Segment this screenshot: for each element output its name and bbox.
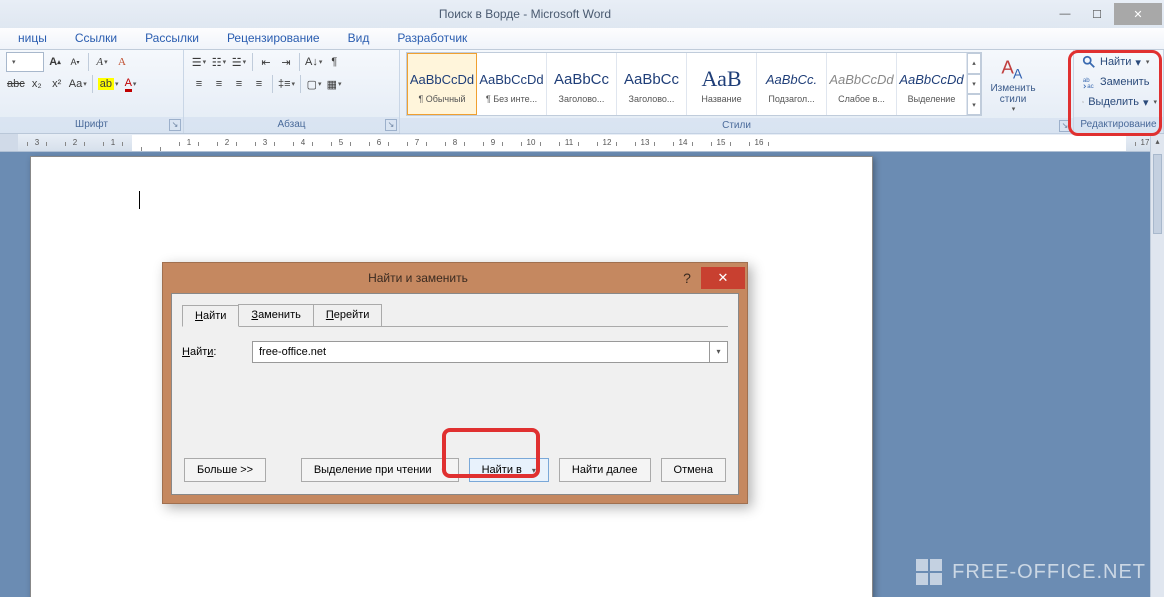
svg-text:ac: ac — [1087, 83, 1093, 89]
style-title[interactable]: АаВНазвание — [687, 53, 757, 115]
window-title: Поиск в Ворде - Microsoft Word — [0, 7, 1050, 21]
find-in-button[interactable]: Найти в — [469, 458, 549, 482]
dialog-close-button[interactable]: ✕ — [701, 267, 745, 289]
replace-button[interactable]: abac Заменить — [1080, 72, 1157, 92]
highlight-button[interactable]: ab — [97, 74, 120, 94]
scroll-up-arrow[interactable]: ▴ — [1151, 134, 1164, 150]
tab-references[interactable]: Ссылки — [61, 28, 131, 49]
ribbon-tabs: ницы Ссылки Рассылки Рецензирование Вид … — [0, 28, 1164, 50]
tab-developer[interactable]: Разработчик — [383, 28, 481, 49]
svg-text:A: A — [1013, 65, 1023, 81]
minimize-button[interactable]: — — [1050, 3, 1080, 25]
superscript-button[interactable]: x² — [48, 74, 66, 94]
align-justify-button[interactable]: ≡ — [250, 74, 268, 94]
bullets-button[interactable]: ☰ — [190, 52, 208, 72]
borders-button[interactable]: ▦ — [325, 74, 343, 94]
ribbon: A▴ A▾ A A abc x₂ x² Aa ab A Шрифт↘ ☰ ☷ — [0, 50, 1164, 134]
paragraph-launcher[interactable]: ↘ — [385, 119, 397, 131]
align-right-button[interactable]: ≡ — [230, 74, 248, 94]
select-icon — [1082, 95, 1084, 109]
style-normal[interactable]: AaBbCcDd¶ Обычный — [407, 53, 477, 115]
tab-pages[interactable]: ницы — [4, 28, 61, 49]
group-styles: AaBbCcDd¶ Обычный AaBbCcDd¶ Без инте... … — [400, 50, 1074, 133]
cancel-button[interactable]: Отмена — [661, 458, 726, 482]
dialog-titlebar[interactable]: Найти и заменить ? ✕ — [163, 263, 747, 293]
find-input-wrap: ▾ — [252, 341, 728, 363]
align-center-button[interactable]: ≡ — [210, 74, 228, 94]
tab-find[interactable]: Найти — [182, 305, 239, 327]
change-case-button[interactable]: Aa — [68, 74, 88, 94]
text-cursor — [139, 191, 140, 209]
find-replace-dialog: Найти и заменить ? ✕ Найти Заменить Пере… — [162, 262, 748, 504]
change-styles-button[interactable]: AA Изменить стили — [988, 55, 1038, 113]
group-font: A▴ A▾ A A abc x₂ x² Aa ab A Шрифт↘ — [0, 50, 184, 133]
find-label: Найти: — [182, 346, 232, 358]
style-heading2[interactable]: AaBbCcЗаголово... — [617, 53, 687, 115]
style-subtitle[interactable]: AaBbCc.Подзагол... — [757, 53, 827, 115]
grow-font-button[interactable]: A▴ — [46, 52, 64, 72]
indent-inc-button[interactable]: ⇥ — [277, 52, 295, 72]
shrink-font-button[interactable]: A▾ — [66, 52, 84, 72]
tab-mailings[interactable]: Рассылки — [131, 28, 213, 49]
multilevel-button[interactable]: ☱ — [230, 52, 248, 72]
font-group-label: Шрифт↘ — [0, 117, 183, 133]
paragraph-group-label: Абзац↘ — [184, 117, 399, 133]
group-editing: Найти ▾ abac Заменить Выделить ▾ Редакти… — [1074, 50, 1164, 133]
find-next-button[interactable]: Найти далее — [559, 458, 651, 482]
find-history-dropdown[interactable]: ▾ — [709, 342, 727, 362]
tab-goto[interactable]: Перейти — [313, 304, 383, 326]
style-emphasis[interactable]: AaBbCcDdВыделение — [897, 53, 967, 115]
font-size-box[interactable] — [6, 52, 44, 72]
style-nospacing[interactable]: AaBbCcDd¶ Без инте... — [477, 53, 547, 115]
gallery-scroll[interactable]: ▴▾▾ — [967, 53, 981, 115]
font-launcher[interactable]: ↘ — [169, 119, 181, 131]
group-paragraph: ☰ ☷ ☱ ⇤ ⇥ A↓ ¶ ≡ ≡ ≡ ≡ ‡≡ ▢ ▦ — [184, 50, 400, 133]
ruler[interactable]: 3 2 1 1 2 3 4 5 6 7 8 9 10 11 12 13 14 1… — [0, 134, 1164, 152]
find-input[interactable] — [253, 342, 709, 362]
shading-button[interactable]: ▢ — [305, 74, 323, 94]
vertical-scrollbar[interactable]: ▴ — [1150, 134, 1164, 597]
scroll-thumb[interactable] — [1153, 154, 1162, 234]
select-button[interactable]: Выделить ▾ — [1080, 92, 1157, 112]
dialog-tabs: Найти Заменить Перейти — [182, 304, 728, 327]
show-marks-button[interactable]: ¶ — [325, 52, 343, 72]
styles-gallery[interactable]: AaBbCcDd¶ Обычный AaBbCcDd¶ Без инте... … — [406, 52, 982, 116]
style-heading1[interactable]: AaBbCcЗаголово... — [547, 53, 617, 115]
tab-view[interactable]: Вид — [334, 28, 384, 49]
watermark: FREE-OFFICE.NET — [916, 559, 1146, 585]
indent-dec-button[interactable]: ⇤ — [257, 52, 275, 72]
replace-icon: abac — [1082, 75, 1096, 89]
find-icon — [1082, 55, 1096, 69]
numbering-button[interactable]: ☷ — [210, 52, 228, 72]
windows-logo-icon — [916, 559, 942, 585]
sort-button[interactable]: A↓ — [304, 52, 323, 72]
font-color-button[interactable]: A — [122, 74, 140, 94]
line-spacing-button[interactable]: ‡≡ — [277, 74, 296, 94]
strike-button[interactable]: abc — [6, 74, 26, 94]
maximize-button[interactable]: ☐ — [1082, 3, 1112, 25]
title-bar: Поиск в Ворде - Microsoft Word — ☐ ✕ — [0, 0, 1164, 28]
clear-all-button[interactable]: A — [113, 52, 131, 72]
styles-group-label: Стили↘ — [400, 118, 1073, 134]
find-button[interactable]: Найти ▾ — [1080, 52, 1157, 72]
styles-launcher[interactable]: ↘ — [1059, 120, 1071, 132]
dialog-help-button[interactable]: ? — [673, 270, 701, 286]
more-button[interactable]: Больше >> — [184, 458, 266, 482]
style-subtle-emph[interactable]: AaBbCcDdСлабое в... — [827, 53, 897, 115]
close-button[interactable]: ✕ — [1114, 3, 1162, 25]
subscript-button[interactable]: x₂ — [28, 74, 46, 94]
tab-replace[interactable]: Заменить — [238, 304, 313, 326]
clear-format-button[interactable]: A — [93, 52, 111, 72]
dialog-title: Найти и заменить — [163, 271, 673, 285]
tab-review[interactable]: Рецензирование — [213, 28, 334, 49]
reading-highlight-button[interactable]: Выделение при чтении — [301, 458, 459, 482]
editing-group-label: Редактирование — [1074, 117, 1163, 133]
align-left-button[interactable]: ≡ — [190, 74, 208, 94]
